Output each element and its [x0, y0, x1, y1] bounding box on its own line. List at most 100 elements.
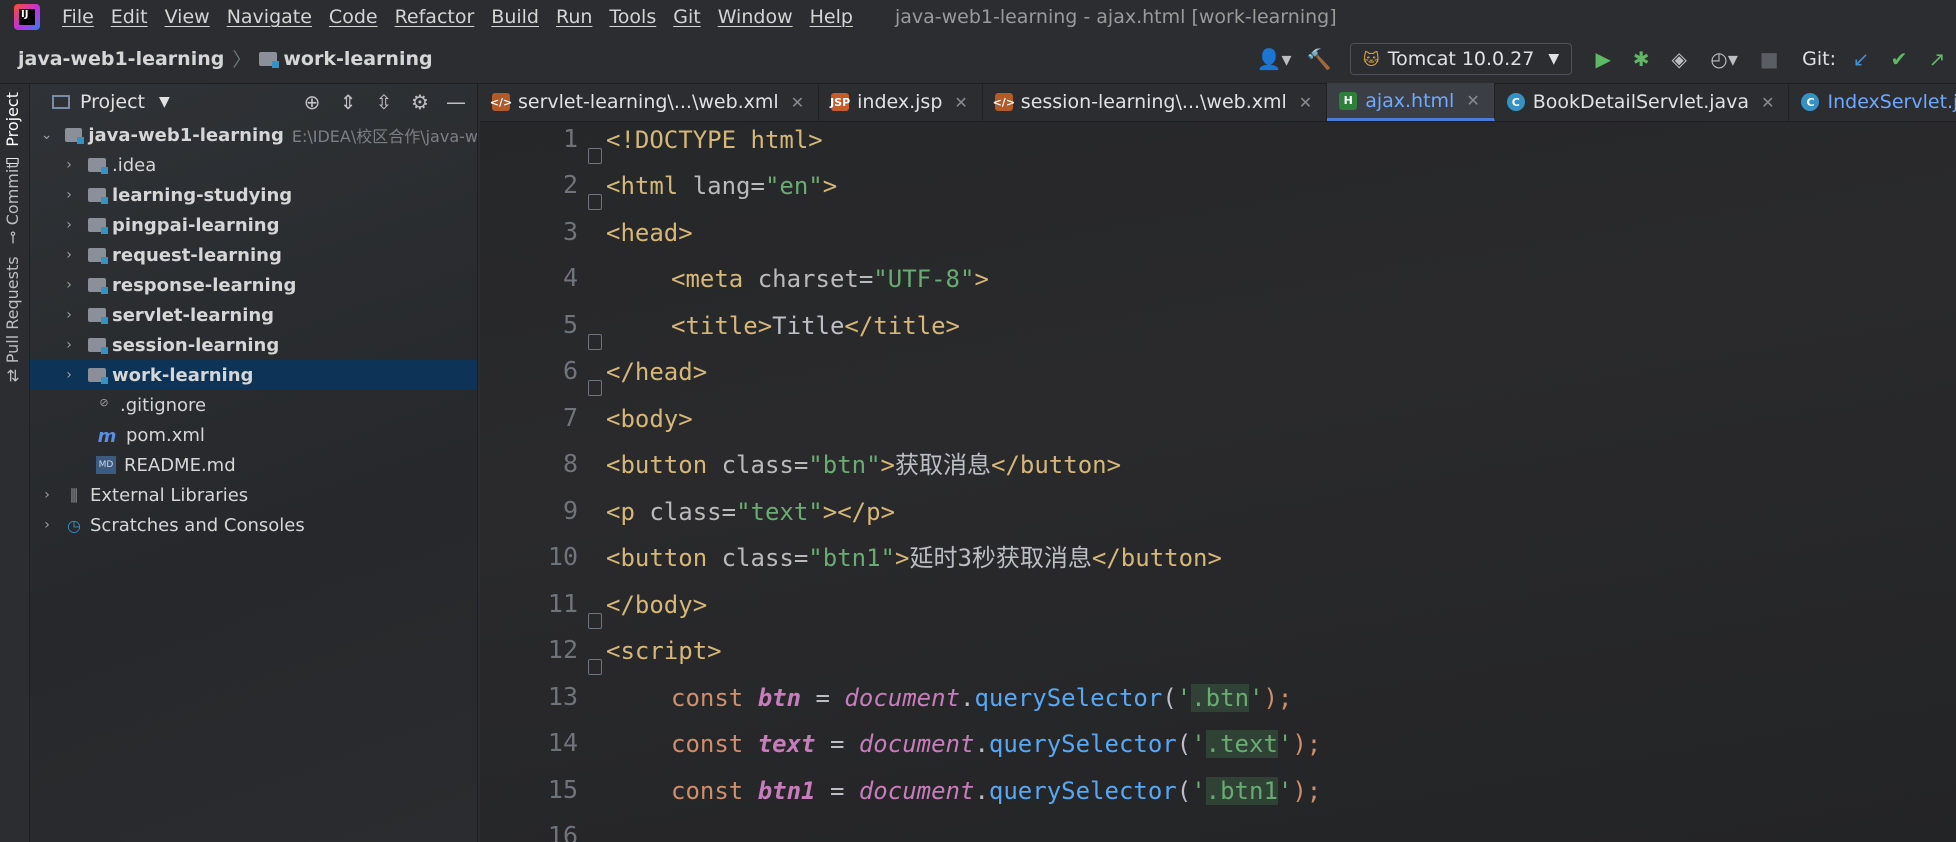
tree-item-label: learning-studying — [112, 184, 293, 206]
expand-all-icon[interactable]: ⇕ — [335, 90, 361, 114]
code-line: <!DOCTYPE html> — [606, 122, 823, 160]
build-hammer-icon[interactable]: 🔨 — [1304, 44, 1334, 74]
tree-item-servlet-learning[interactable]: › servlet-learning — [30, 300, 477, 330]
code-token: . — [974, 730, 989, 758]
code-token: querySelector — [988, 777, 1177, 805]
menu-build[interactable]: Build — [491, 6, 539, 28]
menu-tools[interactable]: Tools — [609, 6, 656, 28]
tree-item-pom[interactable]: m pom.xml — [30, 420, 477, 450]
coverage-icon[interactable]: ◈ — [1664, 44, 1694, 74]
chevron-right-icon[interactable]: › — [62, 307, 76, 323]
code-line: <button class="btn1">延时3秒获取消息</button> — [606, 538, 1222, 578]
chevron-right-icon[interactable]: › — [62, 217, 76, 233]
tree-item-pingpai-learning[interactable]: › pingpai-learning — [30, 210, 477, 240]
chevron-right-icon[interactable]: › — [62, 337, 76, 353]
breadcrumb-project[interactable]: java-web1-learning — [18, 48, 224, 70]
user-account-icon[interactable]: 👤▾ — [1252, 44, 1296, 74]
tab-index-servlet[interactable]: C IndexServlet.java ✕ — [1789, 83, 1956, 121]
menu-view[interactable]: View — [165, 6, 210, 28]
chevron-right-icon[interactable]: › — [62, 277, 76, 293]
tree-item-work-learning[interactable]: › work-learning — [30, 360, 477, 390]
tree-item-learning-studying[interactable]: › learning-studying — [30, 180, 477, 210]
tree-item-response-learning[interactable]: › response-learning — [30, 270, 477, 300]
tab-servlet-web-xml[interactable]: </> servlet-learning\...\web.xml ✕ — [480, 83, 820, 121]
close-icon[interactable]: ✕ — [954, 93, 967, 112]
tree-item-readme[interactable]: MD README.md — [30, 450, 477, 480]
locate-icon[interactable]: ⊕ — [299, 90, 325, 114]
hide-icon[interactable]: — — [443, 90, 469, 114]
chevron-down-icon[interactable]: ⌄ — [40, 127, 53, 143]
tree-root[interactable]: ⌄ java-web1-learning E:\IDEA\校区合作\java-w — [30, 120, 477, 150]
close-icon[interactable]: ✕ — [791, 93, 804, 112]
fold-marker-icon[interactable] — [588, 194, 602, 210]
run-icon[interactable]: ▶ — [1588, 44, 1618, 74]
tab-ajax-html[interactable]: H ajax.html ✕ — [1327, 83, 1495, 121]
gear-icon[interactable]: ⚙ — [407, 90, 433, 114]
commit-tool-label: Commit — [3, 162, 22, 225]
line-number: 12 — [547, 635, 578, 664]
code-token: document — [844, 684, 961, 712]
menu-help[interactable]: Help — [810, 6, 853, 28]
tree-item-request-learning[interactable]: › request-learning — [30, 240, 477, 270]
menu-git[interactable]: Git — [673, 6, 700, 28]
code-token: </button> — [991, 451, 1122, 479]
close-icon[interactable]: ✕ — [1299, 93, 1312, 112]
menu-window[interactable]: Window — [718, 6, 793, 28]
git-commit-icon[interactable]: ✔ — [1884, 44, 1914, 74]
tab-book-detail-servlet[interactable]: C BookDetailServlet.java ✕ — [1495, 83, 1790, 121]
tab-session-web-xml[interactable]: </> session-learning\...\web.xml ✕ — [983, 83, 1328, 121]
collapse-all-icon[interactable]: ⇳ — [371, 90, 397, 114]
fold-marker-icon[interactable] — [588, 659, 602, 675]
tree-item-scratches[interactable]: › ◷ Scratches and Consoles — [30, 510, 477, 540]
code-token: ( — [1176, 730, 1192, 758]
pull-requests-tool-tab[interactable]: ⇄ Pull Requests — [3, 256, 22, 382]
menu-run[interactable]: Run — [556, 6, 592, 28]
tree-item-external-libraries[interactable]: › ⫼ External Libraries — [30, 480, 477, 510]
chevron-right-icon[interactable]: › — [40, 487, 54, 503]
chevron-right-icon[interactable]: › — [62, 157, 76, 173]
editor-tabs: </> servlet-learning\...\web.xml ✕ JSP i… — [480, 83, 1956, 122]
chevron-right-icon[interactable]: › — [62, 367, 76, 383]
pull-request-icon: ⇄ — [3, 368, 22, 383]
code-token: = — [815, 777, 859, 805]
chevron-right-icon[interactable]: › — [40, 517, 54, 533]
fold-marker-icon[interactable] — [588, 148, 602, 164]
menu-file[interactable]: File — [62, 6, 94, 28]
close-icon[interactable]: ✕ — [1761, 93, 1774, 112]
project-tool-tab[interactable]: ▭ Project — [3, 92, 22, 172]
tree-item-idea[interactable]: › .idea — [30, 150, 477, 180]
close-icon[interactable]: ✕ — [1466, 91, 1479, 110]
tree-item-label: request-learning — [112, 244, 282, 266]
debug-icon[interactable]: ✱ — [1626, 44, 1656, 74]
run-configuration-select[interactable]: 🐱 Tomcat 10.0.27 ▼ — [1350, 43, 1573, 75]
code-editor[interactable]: 1 2 3 4 5 6 7 8 9 10 11 12 13 14 15 16 <… — [480, 122, 1956, 842]
profile-icon[interactable]: ◴▾ — [1702, 44, 1746, 74]
menu-navigate[interactable]: Navigate — [227, 6, 312, 28]
menu-code[interactable]: Code — [329, 6, 378, 28]
menu-edit[interactable]: Edit — [111, 6, 148, 28]
code-token: btn — [757, 684, 802, 712]
git-update-icon[interactable]: ↙ — [1846, 44, 1876, 74]
library-icon: ⫼ — [70, 486, 78, 505]
breadcrumb-module[interactable]: work-learning — [283, 48, 432, 70]
chevron-right-icon[interactable]: › — [62, 247, 76, 263]
intellij-logo-icon[interactable] — [14, 4, 40, 30]
tree-item-gitignore[interactable]: ⊘ .gitignore — [30, 390, 477, 420]
chevron-right-icon[interactable]: › — [62, 187, 76, 203]
menu-refactor[interactable]: Refactor — [395, 6, 475, 28]
fold-marker-icon[interactable] — [588, 380, 602, 396]
line-number: 6 — [562, 356, 578, 385]
commit-tool-tab[interactable]: ⊸ Commit — [3, 162, 22, 244]
code-token: ); — [1292, 777, 1322, 805]
markdown-file-icon: MD — [96, 456, 116, 474]
tree-item-session-learning[interactable]: › session-learning — [30, 330, 477, 360]
project-panel-title[interactable]: Project — [80, 91, 145, 113]
tab-index-jsp[interactable]: JSP index.jsp ✕ — [819, 83, 983, 121]
chevron-down-icon[interactable]: ▼ — [159, 94, 170, 110]
git-label: Git: — [1802, 48, 1836, 70]
tree-item-label: .gitignore — [120, 394, 207, 416]
fold-marker-icon[interactable] — [588, 334, 602, 350]
stop-icon[interactable]: ■ — [1754, 44, 1784, 74]
fold-marker-icon[interactable] — [588, 613, 602, 629]
git-push-icon[interactable]: ↗ — [1922, 44, 1952, 74]
